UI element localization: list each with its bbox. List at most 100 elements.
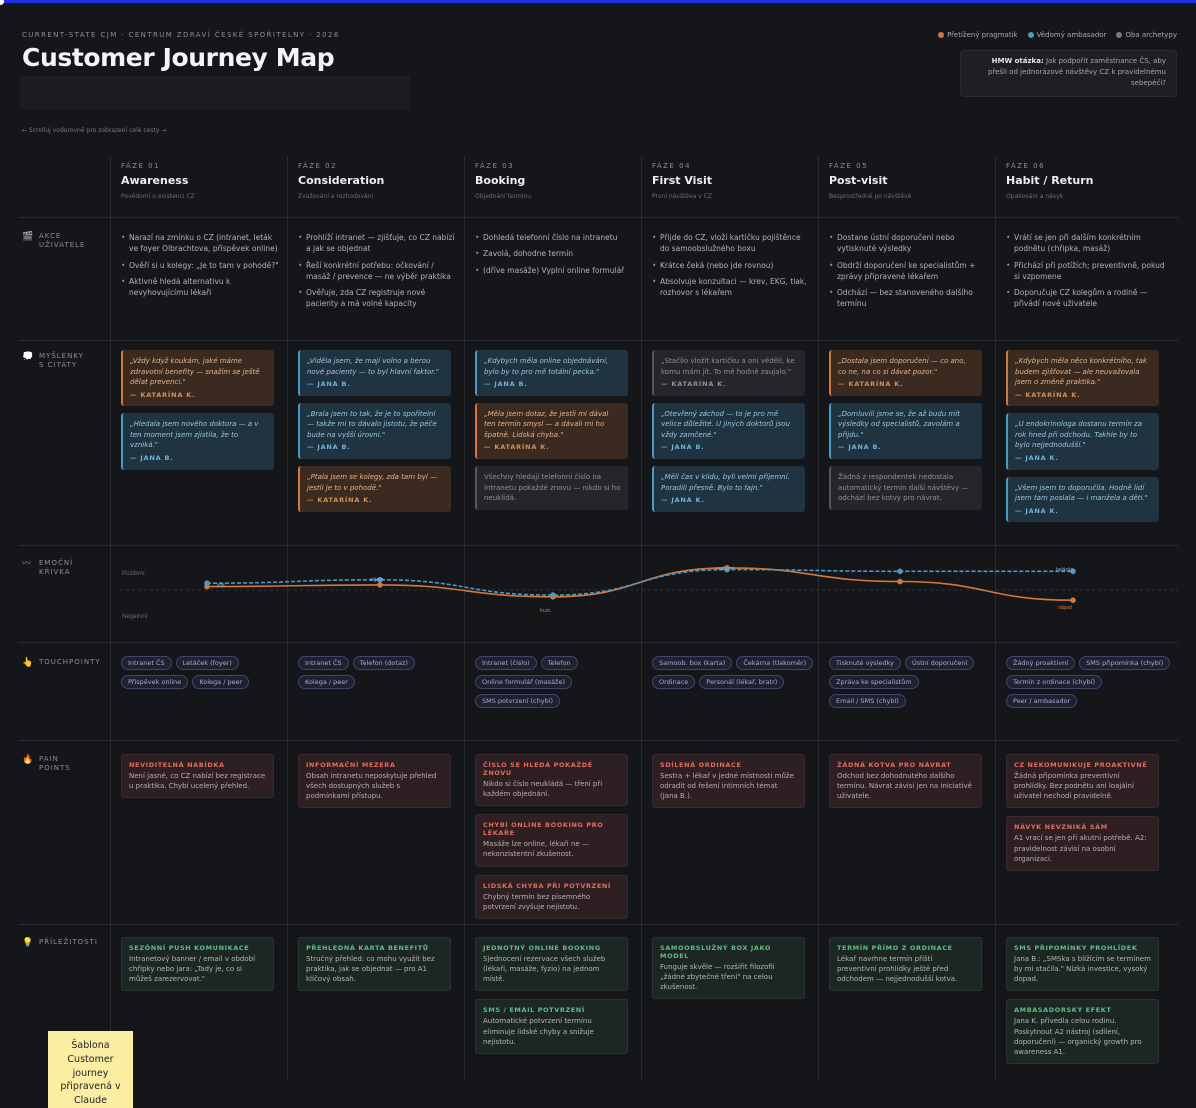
action-item: Prohlíží intranet — zjišťuje, co CZ nabí…: [298, 232, 458, 255]
legend-dot: [1027, 32, 1034, 38]
quote-author: — JANA B.: [307, 443, 351, 452]
pain-card: CHYBÍ ONLINE BOOKING PRO LÉKAŘE Masáže lz…: [475, 814, 628, 867]
touchpoint-tag: Čekárna (tlakoměr): [736, 656, 814, 670]
phase-subtitle: Zvažování a rozhodování: [298, 193, 374, 200]
quote-card: „Ptala jsem se kolegy, zda tam byl — jes…: [298, 466, 451, 512]
row-label-actions: 🎬 AKCE UŽIVATELE: [22, 232, 85, 250]
action-item: Vrátí se jen při dalším konkrétním podně…: [1006, 232, 1166, 255]
touchpoint-tag: Ordinace: [652, 675, 696, 689]
phase-subtitle: Opakování a návyk: [1006, 193, 1064, 200]
pain-card: CZ NEKOMUNIKUJE PROAKTIVNĚ Žádná připomín…: [1006, 754, 1159, 809]
lightbulb-icon: 💡: [22, 938, 35, 948]
pain-column: ŽÁDNÁ KOTVA PRO NÁVRAT Odchod bez dohodnu…: [829, 754, 982, 816]
opportunity-text: Jana B.: „SMSka s blížícím se termínem b…: [1014, 955, 1151, 984]
row-label-line: UŽIVATELE: [39, 241, 86, 250]
pain-column: SDÍLENÁ ORDINACE Sestra + lékař v jedné m…: [652, 754, 805, 816]
opportunity-card: TERMÍN PŘÍMO Z ORDINACE Lékař navrhne ter…: [829, 937, 982, 992]
touchpoint-tag: Intranet ČS: [121, 656, 172, 670]
legend-dot: [938, 32, 945, 38]
phase-header: FÁZE 02 Consideration Zvažování a rozhodov…: [298, 162, 468, 200]
action-item: Odchází — bez stanoveného dalšího termín…: [829, 287, 989, 310]
action-item: (dříve masáže) Vyplní online formulář: [475, 265, 635, 277]
opportunity-title: PŘEHLEDNÁ KARTA BENEFITŮ: [306, 944, 429, 952]
quote-text: „Vždy když koukám, jaké máme zdravotní b…: [130, 357, 260, 386]
row-label-line: KŘIVKA: [39, 568, 71, 577]
pain-title: SDÍLENÁ ORDINACE: [660, 761, 742, 769]
quotes-column: „Dostala jsem doporučení — co ano, co ne…: [829, 350, 982, 517]
touchpoint-tag: Personál (lékař, bratr): [699, 675, 785, 689]
emotion-point: [1070, 568, 1076, 575]
row-label-line: EMOČNÍ: [39, 559, 74, 567]
opportunity-column: JEDNOTNÝ ONLINE BOOKING Sjednocení rezerv…: [475, 937, 628, 1062]
emotion-point-label: nadšení: [716, 566, 734, 572]
opportunity-card: SEZÓNNÍ PUSH KOMUNIKACE Intranetový banne…: [121, 937, 274, 992]
pain-column: INFORMAČNÍ MEZERA Obsah intranetu neposky…: [298, 754, 451, 816]
phase-name: Booking: [475, 174, 526, 187]
row-label-line: POINTS: [39, 764, 71, 773]
action-item: Narazí na zmínku o CZ (intranet, leták v…: [121, 232, 281, 255]
actions-list: Vrátí se jen při dalším konkrétním podně…: [1006, 232, 1166, 315]
legend-item-pragmatik: Přetížený pragmatik: [938, 31, 1018, 39]
pain-text: A1 vrací se jen při akutní potřebě. A2: …: [1014, 834, 1147, 863]
touchpoints-column: Intranet (číslo) Telefon Online formulář (…: [475, 656, 640, 708]
emotion-point: [550, 594, 556, 600]
opportunity-title: SAMOOBSLUŽNÝ BOX JAKO MODEL: [660, 944, 772, 960]
row-label-line: MYŠLENKY: [39, 352, 84, 360]
touchpoint-tag: Tisknuté výsledky: [829, 656, 901, 670]
pointer-icon: 👆: [22, 658, 35, 668]
action-item: Ověří si u kolegy: „Je to tam v pohodě?": [121, 260, 281, 272]
opportunity-column: PŘEHLEDNÁ KARTA BENEFITŮ Stručný přehled:…: [298, 937, 451, 999]
touchpoint-tag: SMS potvrzení (chybí): [475, 694, 561, 708]
column-divider: [995, 156, 996, 1081]
action-item: Přichází při potížích; preventivně, poku…: [1006, 260, 1166, 283]
touchpoints-column: Tisknuté výsledky Ústní doporučení Zpráva …: [829, 656, 994, 708]
pain-column: ČÍSLO SE HLEDÁ POKAŽDÉ ZNOVU Nikdo si čís…: [475, 754, 628, 927]
emotion-point: [204, 583, 210, 590]
phase-number: FÁZE 01: [121, 162, 161, 170]
quotes-column: „Vždy když koukám, jaké máme zdravotní b…: [121, 350, 274, 477]
pain-title: ČÍSLO SE HLEDÁ POKAŽDÉ ZNOVU: [483, 761, 593, 777]
action-item: Ověřuje, zda CZ registruje nové pacienty…: [298, 287, 458, 310]
emotion-point: [897, 568, 903, 575]
row-divider: [18, 642, 1178, 643]
touchpoints-column: Samoob. box (karta) Čekárna (tlakoměr) Ord…: [652, 656, 817, 689]
quote-author: — JANA B.: [661, 443, 705, 452]
phase-name: Awareness: [121, 174, 189, 187]
opportunity-card: SMS / EMAIL POTVRZENÍ Automatické potvrze…: [475, 999, 628, 1054]
pain-title: INFORMAČNÍ MEZERA: [306, 761, 396, 769]
phase-subtitle: Povědomí o existenci CZ: [121, 193, 195, 200]
pain-card: ŽÁDNÁ KOTVA PRO NÁVRAT Odchod bez dohodnu…: [829, 754, 982, 809]
opportunity-column: SAMOOBSLUŽNÝ BOX JAKO MODEL Funguje skvěl…: [652, 937, 805, 1007]
quote-card: „Dostala jsem doporučení — co ano, co ne…: [829, 350, 982, 396]
page-title: Customer Journey Map: [22, 43, 335, 72]
phase-number: FÁZE 04: [652, 162, 692, 170]
pain-text: Obsah intranetu neposkytuje přehled všec…: [306, 772, 437, 801]
legend-item-ambasador: Vědomý ambasador: [1027, 31, 1106, 39]
touchpoint-tag: Peer / ambasador: [1006, 694, 1078, 708]
row-divider: [18, 217, 1178, 218]
redacted-block: [20, 76, 410, 110]
opportunity-card: SAMOOBSLUŽNÝ BOX JAKO MODEL Funguje skvěl…: [652, 937, 805, 1000]
phase-number: FÁZE 03: [475, 162, 515, 170]
action-item: Přijde do CZ, vloží kartičku pojištěnce …: [652, 232, 812, 255]
emotion-point-label: odpad: [1058, 605, 1072, 611]
touchpoint-tag: Žádný proaktivní: [1006, 656, 1076, 670]
quote-text: „Dostala jsem doporučení — co ano, co ne…: [838, 357, 966, 376]
actions-list: Přijde do CZ, vloží kartičku pojištěnce …: [652, 232, 812, 303]
phase-subtitle: První návštěva v CZ: [652, 193, 712, 200]
quote-author: — KATARÍNA K.: [1015, 390, 1081, 399]
action-item: Zavolá, dohodne termín: [475, 248, 635, 260]
quotes-column: „Stačilo vložit kartičku a oni věděli, k…: [652, 350, 805, 519]
opportunity-text: Funguje skvěle — rozšířit filozofii „žád…: [660, 963, 775, 992]
phase-header: FÁZE 01 Awareness Povědomí o existenci CZ: [121, 162, 291, 200]
phase-header: FÁZE 04 First Visit První návštěva v CZ: [652, 162, 822, 200]
pain-title: NÁVYK NEVZNIKÁ SÁM: [1014, 823, 1108, 832]
row-divider: [18, 545, 1178, 546]
emotion-point: [724, 566, 730, 573]
top-dot: [0, 0, 4, 5]
quote-author: — KATARÍNA K.: [484, 443, 550, 452]
phase-subtitle: Bezprostředně po návštěvě: [829, 193, 912, 200]
emotion-point-label: klid: [217, 583, 225, 589]
phase-header: FÁZE 05 Post-visit Bezprostředně po návště…: [829, 162, 999, 200]
column-divider: [641, 156, 642, 1081]
